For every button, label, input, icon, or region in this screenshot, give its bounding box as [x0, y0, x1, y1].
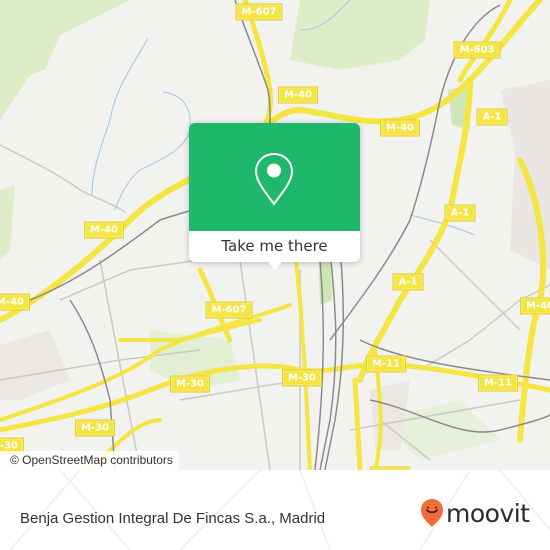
park-area — [0, 0, 130, 120]
road-label-m40-northeast: M-40 — [380, 120, 420, 136]
road-label-m607-north: M-607 — [236, 4, 282, 20]
river — [114, 91, 191, 211]
place-title: Benja Gestion Integral De Fincas S.a., M… — [20, 510, 326, 527]
footer: Benja Gestion Integral De Fincas S.a., M… — [0, 470, 550, 550]
location-pin-icon — [254, 152, 294, 206]
road-label-m30-southwest: M-30 — [75, 420, 115, 436]
road-label-m40-west: M-40 — [84, 222, 124, 238]
moovit-wordmark: moovit — [446, 498, 530, 528]
road-label-m11-east: M-11 — [478, 375, 518, 391]
road-label-a1-middle: A-1 — [445, 205, 475, 221]
road-label-m603: M-603 — [454, 42, 500, 58]
road-label-m607-south: M-607 — [206, 302, 252, 318]
road-label-m40-north: M-40 — [278, 87, 318, 103]
road-label-m40-far-west: M-40 — [0, 294, 30, 310]
river — [91, 37, 149, 196]
road-label-m40-east: M-40 — [520, 298, 550, 314]
park-area — [290, 0, 430, 70]
moovit-pin-icon — [421, 499, 443, 527]
road-label-a1-south: A-1 — [393, 274, 423, 290]
take-me-there-popup[interactable]: Take me there — [189, 123, 360, 270]
road-label-a1-north: A-1 — [477, 109, 507, 125]
map[interactable]: M-607 M-603 M-40 M-40 A-1 M-40 A-1 M-40 … — [0, 0, 550, 470]
map-attribution[interactable]: © OpenStreetMap contributors — [0, 451, 179, 470]
urban-area — [0, 330, 70, 400]
popup-pointer — [267, 261, 283, 270]
popup-header[interactable] — [189, 123, 360, 231]
road-label-m30-center: M-30 — [282, 370, 322, 386]
park-area — [0, 185, 15, 260]
moovit-logo[interactable]: moovit — [420, 498, 530, 528]
road-label-m11-west: M-11 — [366, 356, 406, 372]
road-label-m30-center-west: M-30 — [170, 376, 210, 392]
take-me-there-button[interactable]: Take me there — [189, 231, 360, 262]
